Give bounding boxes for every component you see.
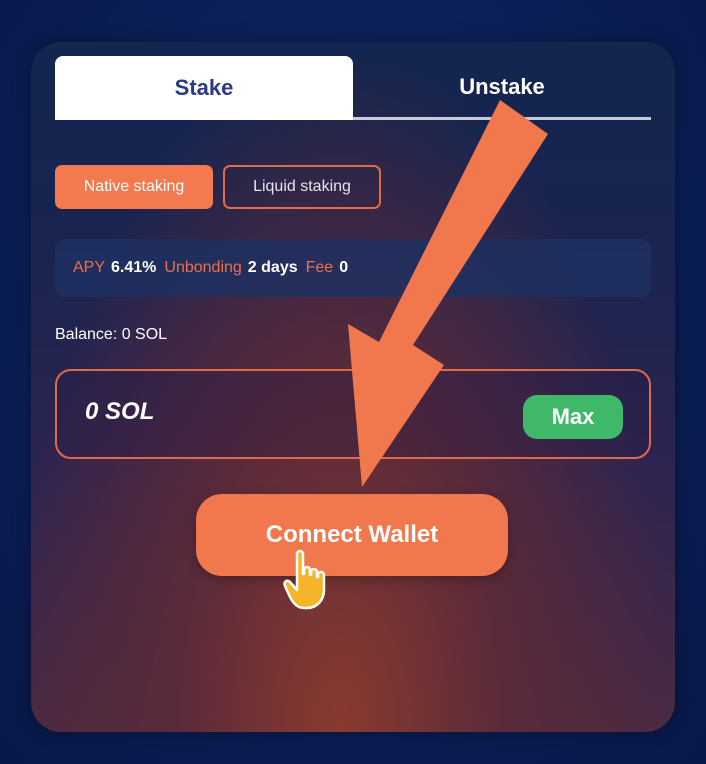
staking-card: Stake Unstake Native staking Liquid stak… <box>31 42 675 732</box>
balance-text: Balance: 0 SOL <box>55 326 168 343</box>
unbonding-label: Unbonding <box>164 259 242 276</box>
fee-value: 0 <box>339 259 349 276</box>
unbonding-value: 2 days <box>247 259 298 276</box>
staking-info-bar: APY 6.41% Unbonding 2 days Fee 0 <box>55 239 651 297</box>
max-button[interactable]: Max <box>523 395 623 439</box>
amount-field[interactable]: 0 SOL Max <box>55 369 651 459</box>
tab-stake[interactable]: Stake <box>55 56 353 120</box>
apy-label: APY <box>73 259 106 276</box>
connect-wallet-button[interactable]: Connect Wallet <box>196 494 508 576</box>
native-staking-button[interactable]: Native staking <box>55 165 213 209</box>
fee-label: Fee <box>305 259 334 276</box>
tab-unstake[interactable]: Unstake <box>353 56 651 120</box>
liquid-staking-button[interactable]: Liquid staking <box>223 165 381 209</box>
hand-pointer-icon <box>283 549 326 610</box>
amount-value[interactable]: 0 SOL <box>85 398 154 426</box>
apy-value: 6.41% <box>111 259 157 276</box>
stake-tabs: Stake Unstake <box>55 56 651 122</box>
